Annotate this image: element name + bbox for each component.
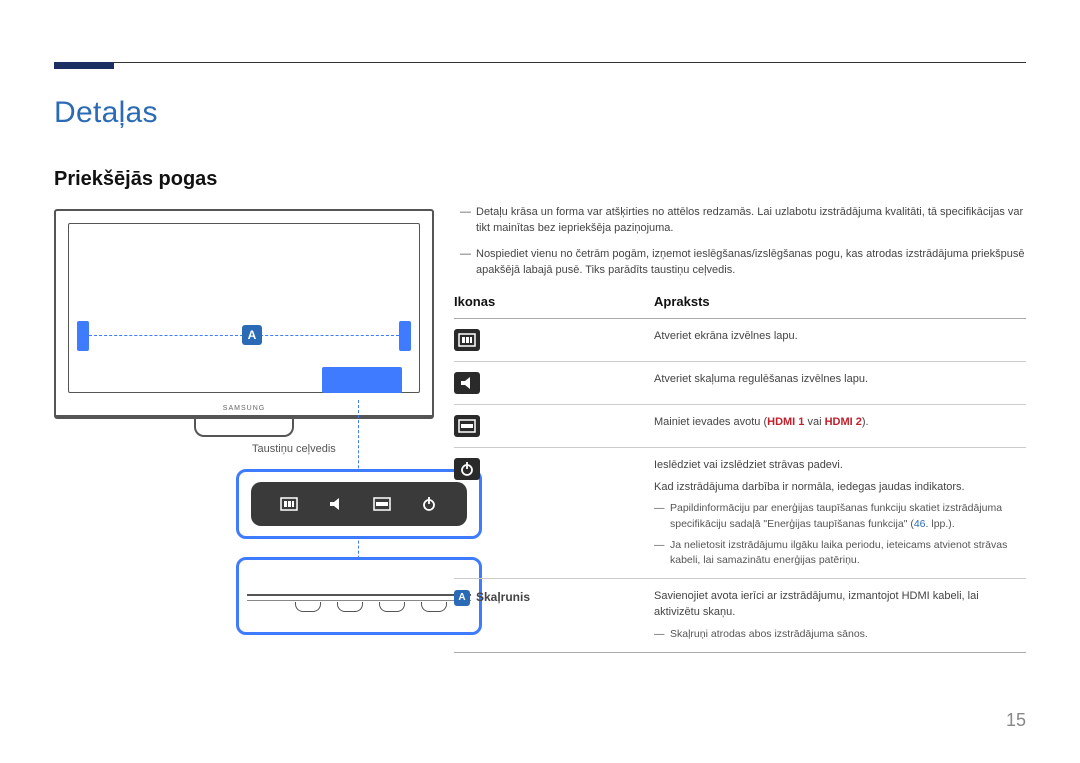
button-panel-detail <box>236 469 482 539</box>
volume-icon <box>327 495 345 513</box>
menu-icon <box>280 495 298 513</box>
desc-power: Ieslēdziet vai izslēdziet strāvas padevi… <box>654 458 1026 569</box>
table-row: Mainiet ievades avotu (HDMI 1 vai HDMI 2… <box>454 405 1026 448</box>
desc-speaker: Savienojiet avota ierīci ar izstrādājumu… <box>654 589 1026 642</box>
page-title: Detaļas <box>54 96 158 130</box>
callout-badge-a: A <box>242 325 262 345</box>
table-header-row: Ikonas Apraksts <box>454 293 1026 319</box>
table-header-icons: Ikonas <box>454 293 654 312</box>
page-number: 15 <box>1006 710 1026 731</box>
button-panel-inner <box>251 482 467 526</box>
desc-power-sub2: Ja nelietosit izstrādājumu ilgāku laika … <box>654 538 1026 568</box>
note-press-button: Nospiediet vienu no četrām pogām, izņemo… <box>454 247 1026 279</box>
desc-power-line2: Kad izstrādājuma darbība ir normāla, ied… <box>654 480 1026 496</box>
icon-cell <box>454 329 654 351</box>
port-outline <box>421 602 447 612</box>
callout-badge-a-small: A <box>454 590 470 606</box>
desc-source-pre: Mainiet ievades avotu ( <box>654 416 767 428</box>
page-link-46[interactable]: 46 <box>914 518 926 530</box>
hdmi1-label: HDMI 1 <box>767 416 804 428</box>
port-outline <box>337 602 363 612</box>
desc-menu: Atveriet ekrāna izvēlnes lapu. <box>654 329 1026 351</box>
desc-source: Mainiet ievades avotu (HDMI 1 vai HDMI 2… <box>654 415 1026 437</box>
menu-icon <box>454 329 480 351</box>
speaker-highlight-left <box>77 321 89 351</box>
desc-speaker-sub: Skaļruņi atrodas abos izstrādājuma sānos… <box>654 627 1026 642</box>
power-icon <box>454 458 480 480</box>
table-row: Ieslēdziet vai izslēdziet strāvas padevi… <box>454 448 1026 580</box>
table-header-desc: Apraksts <box>654 293 1026 312</box>
desc-power-sub1: Papildinformāciju par enerģijas taupīšan… <box>654 501 1026 531</box>
desc-source-mid: vai <box>804 416 824 428</box>
icon-cell: A Skaļrunis <box>454 589 654 642</box>
hdmi2-label: HDMI 2 <box>825 416 862 428</box>
table-row: A Skaļrunis Savienojiet avota ierīci ar … <box>454 579 1026 653</box>
power-icon <box>420 495 438 513</box>
port-outline <box>379 602 405 612</box>
tv-brand-text: SAMSUNG <box>56 405 432 412</box>
icon-cell <box>454 458 654 569</box>
icon-cell <box>454 415 654 437</box>
xsection-edge <box>247 594 471 596</box>
volume-icon <box>454 372 480 394</box>
speaker-highlight-right <box>399 321 411 351</box>
table-row: Atveriet ekrāna izvēlnes lapu. <box>454 319 1026 362</box>
front-buttons-figure: A SAMSUNG Taustiņu ceļvedis <box>54 205 434 645</box>
desc-source-post: ). <box>862 416 869 428</box>
icon-cell <box>454 372 654 394</box>
note-spec-change: Detaļu krāsa un forma var atšķirties no … <box>454 205 1026 237</box>
section-heading: Priekšējās pogas <box>54 168 217 191</box>
desc-power-line1: Ieslēdziet vai izslēdziet strāvas padevi… <box>654 458 1026 474</box>
port-outline <box>295 602 321 612</box>
speaker-label: A Skaļrunis <box>454 589 530 606</box>
speaker-label-text: Skaļrunis <box>476 589 530 606</box>
xsection-edge2 <box>247 600 471 601</box>
description-column: Detaļu krāsa un forma var atšķirties no … <box>454 205 1026 653</box>
tv-stand <box>194 419 294 437</box>
header-accent-tab <box>54 62 114 69</box>
front-button-area-highlight <box>322 367 402 393</box>
header-rule <box>54 62 1026 63</box>
tv-outline: A SAMSUNG <box>54 209 434 419</box>
power-sub1-post: . lpp.). <box>926 518 955 530</box>
table-row: Atveriet skaļuma regulēšanas izvēlnes la… <box>454 362 1026 405</box>
source-icon <box>454 415 480 437</box>
cross-section-detail <box>236 557 482 635</box>
desc-speaker-main: Savienojiet avota ierīci ar izstrādājumu… <box>654 589 1026 621</box>
desc-volume: Atveriet skaļuma regulēšanas izvēlnes la… <box>654 372 1026 394</box>
source-icon <box>373 495 391 513</box>
figure-caption: Taustiņu ceļvedis <box>252 443 336 455</box>
